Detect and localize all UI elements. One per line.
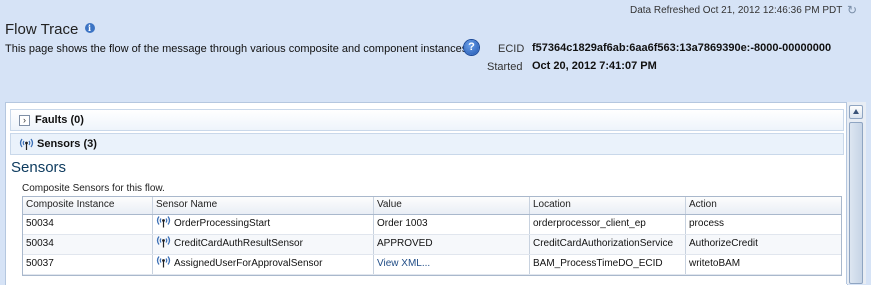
sensors-accordion-header[interactable]: Sensors (3) — [10, 133, 844, 155]
scrollbar-thumb[interactable] — [849, 122, 863, 284]
action-cell: process — [689, 218, 725, 229]
value-cell: APPROVED — [374, 235, 530, 254]
view-xml-link[interactable]: View XML... — [377, 258, 430, 269]
sensors-table: Composite Instance Sensor Name Value Loc… — [22, 196, 842, 276]
sensor-name-text: AssignedUserForApprovalSensor — [174, 258, 323, 269]
faults-accordion-label: Faults (0) — [35, 114, 84, 126]
help-icon[interactable]: ? — [464, 40, 479, 55]
data-refreshed-status: Data Refreshed Oct 21, 2012 12:46:36 PM … — [630, 3, 857, 17]
sensor-name-cell: OrderProcessingStart — [153, 215, 374, 234]
sensors-accordion-label: Sensors (3) — [37, 138, 97, 150]
composite-instance-cell: 50034 — [23, 235, 153, 254]
faults-accordion-header[interactable]: › Faults (0) — [10, 109, 844, 131]
column-header-sensor-name[interactable]: Sensor Name — [153, 197, 374, 214]
action-cell: AuthorizeCredit — [689, 238, 758, 249]
value-cell: View XML... — [374, 255, 530, 274]
action-cell: writetoBAM — [689, 258, 741, 269]
vertical-scrollbar[interactable] — [846, 102, 866, 284]
info-icon[interactable]: i — [84, 23, 95, 33]
sensor-name-cell: CreditCardAuthResultSensor — [153, 235, 374, 254]
table-row[interactable]: 50037 AssignedUserForApprovalSensor View… — [23, 255, 841, 275]
sensor-name-text: CreditCardAuthResultSensor — [174, 238, 303, 249]
started-value: Oct 20, 2012 7:41:07 PM — [532, 60, 657, 72]
sensor-antenna-icon — [156, 216, 171, 228]
ecid-label: ECID — [498, 43, 525, 55]
sensor-antenna-icon — [156, 236, 171, 248]
page-description: This page shows the flow of the message … — [5, 43, 471, 55]
sensors-table-caption: Composite Sensors for this flow. — [22, 183, 165, 194]
sensor-name-text: OrderProcessingStart — [174, 218, 271, 229]
composite-instance-cell: 50037 — [23, 255, 153, 274]
refresh-icon[interactable]: ↻ — [847, 3, 857, 17]
expand-icon[interactable]: › — [19, 115, 30, 126]
started-label: Started — [487, 61, 523, 73]
page-title-block: Flow Trace i — [5, 21, 95, 38]
table-row[interactable]: 50034 OrderProcessingStart Order 1003 or… — [23, 215, 841, 235]
column-header-value[interactable]: Value — [374, 197, 530, 214]
flow-trace-panel: › Faults (0) Sensors (3) Sensors Composi… — [5, 102, 848, 285]
sensors-section-title: Sensors — [11, 159, 67, 176]
location-cell: orderprocessor_client_ep — [530, 215, 686, 234]
scroll-up-arrow-icon[interactable] — [849, 105, 863, 119]
page-title: Flow Trace — [5, 21, 79, 38]
composite-instance-cell: 50034 — [23, 215, 153, 234]
location-cell: BAM_ProcessTimeDO_ECID — [530, 255, 686, 274]
column-header-action[interactable]: Action — [686, 197, 841, 214]
column-header-composite-instance[interactable]: Composite Instance — [23, 197, 153, 214]
sensor-name-cell: AssignedUserForApprovalSensor — [153, 255, 374, 274]
data-refreshed-text: Data Refreshed Oct 21, 2012 12:46:36 PM … — [629, 5, 843, 16]
location-cell: CreditCardAuthorizationService — [530, 235, 686, 254]
table-header: Composite Instance Sensor Name Value Loc… — [23, 197, 841, 215]
page-header: Data Refreshed Oct 21, 2012 12:46:36 PM … — [0, 0, 871, 100]
column-header-location[interactable]: Location — [530, 197, 686, 214]
table-row[interactable]: 50034 CreditCardAuthResultSensor APPROVE… — [23, 235, 841, 255]
value-cell: Order 1003 — [374, 215, 530, 234]
sensor-antenna-icon — [156, 256, 171, 268]
ecid-value: f57364c1829af6ab:6aa6f563:13a7869390e:-8… — [532, 42, 832, 54]
sensor-antenna-icon — [19, 138, 34, 150]
